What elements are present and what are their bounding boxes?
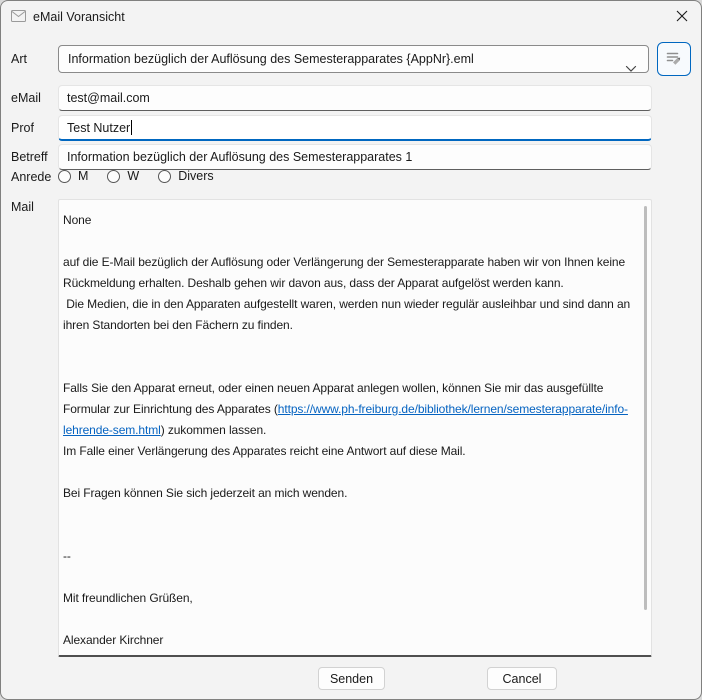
prof-label: Prof: [11, 121, 34, 135]
radio-icon: [58, 170, 71, 183]
radio-icon: [107, 170, 120, 183]
titlebar: eMail Voransicht: [1, 1, 701, 33]
mail-text-after-link: ) zukommen lassen. Im Falle einer Verlän…: [63, 423, 466, 647]
text-cursor: [131, 120, 132, 135]
art-label: Art: [11, 52, 27, 66]
email-label: eMail: [11, 91, 41, 105]
close-icon: [676, 10, 688, 25]
cancel-button[interactable]: Cancel: [487, 667, 557, 690]
mail-text-before-link: None auf die E-Mail bezüglich der Auflös…: [63, 213, 633, 416]
radio-option-divers[interactable]: Divers: [158, 169, 213, 183]
chevron-down-icon: [625, 56, 637, 73]
anrede-radio-group: M W Divers: [58, 167, 233, 185]
window-title: eMail Voransicht: [33, 1, 125, 33]
anrede-label: Anrede: [11, 170, 51, 184]
close-button[interactable]: [667, 3, 697, 31]
email-preview-dialog: eMail Voransicht Art Information bezügli…: [0, 0, 702, 700]
betreff-value: Information bezüglich der Auflösung des …: [67, 150, 412, 164]
radio-option-m[interactable]: M: [58, 169, 88, 183]
scrollbar-thumb[interactable]: [644, 206, 647, 610]
prof-input[interactable]: Test Nutzer: [58, 115, 652, 141]
mail-body-textarea[interactable]: None auf die E-Mail bezüglich der Auflös…: [58, 199, 652, 657]
radio-icon: [158, 170, 171, 183]
senden-button[interactable]: Senden: [318, 667, 385, 690]
prof-value: Test Nutzer: [67, 121, 130, 135]
art-template-select[interactable]: Information bezüglich der Auflösung des …: [58, 45, 649, 73]
email-value: test@mail.com: [67, 91, 150, 105]
betreff-label: Betreff: [11, 150, 48, 164]
art-template-value: Information bezüglich der Auflösung des …: [68, 52, 474, 66]
mail-body-text: None auf die E-Mail bezüglich der Auflös…: [59, 200, 647, 657]
radio-option-w[interactable]: W: [107, 169, 139, 183]
mail-label: Mail: [11, 200, 34, 214]
edit-template-button[interactable]: [657, 42, 691, 76]
email-input[interactable]: test@mail.com: [58, 85, 652, 111]
envelope-icon: [11, 10, 26, 28]
edit-note-icon: [664, 48, 684, 71]
